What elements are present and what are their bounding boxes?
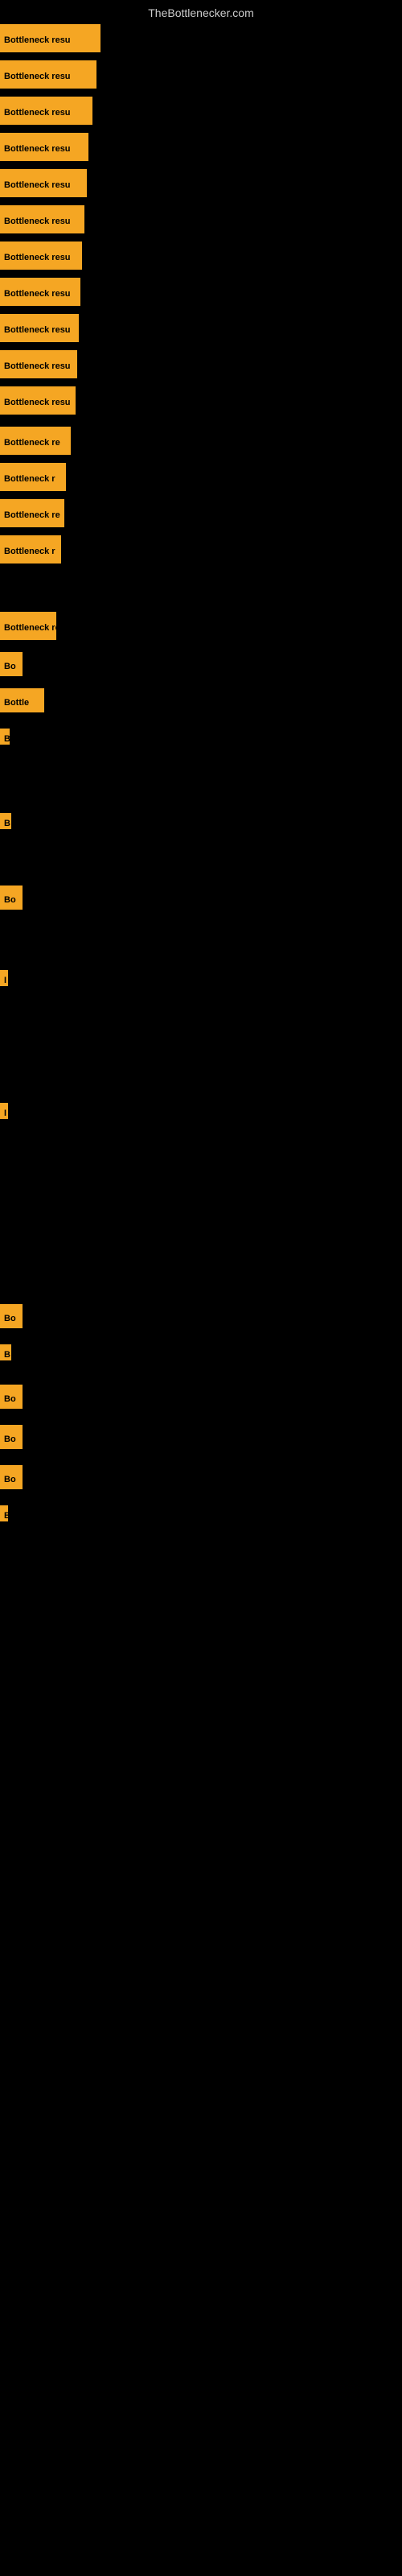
site-title: TheBottlenecker.com: [0, 0, 402, 26]
bar-label-21: I: [0, 970, 8, 986]
bar-label-11: Bottleneck re: [0, 427, 71, 455]
bar-label-8: Bottleneck resu: [0, 314, 79, 342]
bar-label-0: Bottleneck resu: [0, 24, 100, 52]
bar-item-10: Bottleneck resu: [0, 386, 76, 415]
bar-item-25: Bo: [0, 1385, 23, 1409]
bar-label-13: Bottleneck re: [0, 499, 64, 527]
bar-label-12: Bottleneck r: [0, 463, 66, 491]
bar-item-1: Bottleneck resu: [0, 60, 96, 89]
bar-label-16: Bo: [0, 652, 23, 676]
bar-item-28: B: [0, 1505, 8, 1521]
bar-item-0: Bottleneck resu: [0, 24, 100, 52]
bar-item-20: Bo: [0, 886, 23, 910]
bar-label-17: Bottle: [0, 688, 44, 712]
bar-label-3: Bottleneck resu: [0, 133, 88, 161]
bar-item-3: Bottleneck resu: [0, 133, 88, 161]
bar-item-13: Bottleneck re: [0, 499, 64, 527]
bar-label-24: B: [0, 1344, 11, 1360]
bar-label-6: Bottleneck resu: [0, 242, 82, 270]
bar-item-15: Bottleneck res: [0, 612, 56, 640]
bar-label-10: Bottleneck resu: [0, 386, 76, 415]
bar-label-18: B: [0, 729, 10, 745]
bar-item-18: B: [0, 729, 10, 745]
bar-label-23: Bo: [0, 1304, 23, 1328]
bar-item-19: B: [0, 813, 11, 829]
bar-item-8: Bottleneck resu: [0, 314, 79, 342]
bar-item-4: Bottleneck resu: [0, 169, 87, 197]
bar-label-26: Bo: [0, 1425, 23, 1449]
bar-item-22: I: [0, 1103, 8, 1119]
bar-label-1: Bottleneck resu: [0, 60, 96, 89]
bar-item-12: Bottleneck r: [0, 463, 66, 491]
bar-label-4: Bottleneck resu: [0, 169, 87, 197]
bar-label-20: Bo: [0, 886, 23, 910]
bar-label-15: Bottleneck res: [0, 612, 56, 640]
bar-item-23: Bo: [0, 1304, 23, 1328]
bar-item-24: B: [0, 1344, 11, 1360]
bar-item-2: Bottleneck resu: [0, 97, 92, 125]
bar-label-27: Bo: [0, 1465, 23, 1489]
bar-label-5: Bottleneck resu: [0, 205, 84, 233]
bar-label-2: Bottleneck resu: [0, 97, 92, 125]
bar-item-14: Bottleneck r: [0, 535, 61, 564]
bar-item-11: Bottleneck re: [0, 427, 71, 455]
bar-label-19: B: [0, 813, 11, 829]
bar-item-17: Bottle: [0, 688, 44, 712]
bar-label-14: Bottleneck r: [0, 535, 61, 564]
bar-item-26: Bo: [0, 1425, 23, 1449]
bar-item-5: Bottleneck resu: [0, 205, 84, 233]
bar-item-6: Bottleneck resu: [0, 242, 82, 270]
bar-item-9: Bottleneck resu: [0, 350, 77, 378]
bar-label-28: B: [0, 1505, 8, 1521]
bar-label-25: Bo: [0, 1385, 23, 1409]
bar-label-22: I: [0, 1103, 8, 1119]
bar-label-7: Bottleneck resu: [0, 278, 80, 306]
bar-label-9: Bottleneck resu: [0, 350, 77, 378]
bar-item-21: I: [0, 970, 8, 986]
bar-item-7: Bottleneck resu: [0, 278, 80, 306]
bar-item-16: Bo: [0, 652, 23, 676]
bar-item-27: Bo: [0, 1465, 23, 1489]
